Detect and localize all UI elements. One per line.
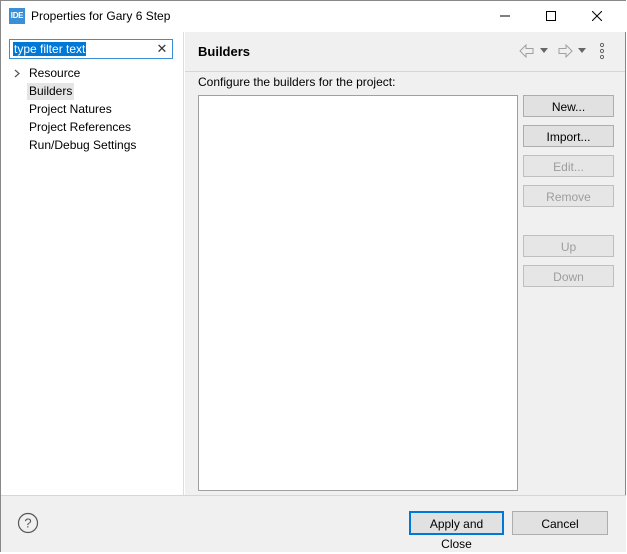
minimize-button[interactable]	[482, 1, 528, 31]
chevron-right-icon[interactable]	[14, 69, 20, 78]
builders-list[interactable]	[198, 95, 518, 491]
minimize-icon	[500, 15, 510, 17]
close-icon	[592, 11, 602, 21]
move-down-button[interactable]: Down	[523, 265, 614, 287]
tree-item-builders[interactable]: Builders	[27, 83, 75, 100]
clear-filter-icon[interactable]: ✕	[155, 41, 169, 57]
properties-dialog: IDE Properties for Gary 6 Step type filt…	[0, 0, 626, 552]
tree-item-project-references[interactable]: Project References	[27, 119, 133, 136]
edit-builder-button[interactable]: Edit...	[523, 155, 614, 177]
title-separator	[185, 71, 625, 72]
remove-builder-button[interactable]: Remove	[523, 185, 614, 207]
apply-and-close-button[interactable]: Apply and Close	[409, 511, 504, 551]
window-title: Properties for Gary 6 Step	[31, 9, 171, 23]
view-menu-icon[interactable]	[599, 42, 605, 60]
maximize-button[interactable]	[528, 1, 574, 31]
back-arrow-icon[interactable]	[519, 44, 535, 58]
page-title: Builders	[198, 44, 251, 59]
close-button[interactable]	[574, 1, 620, 31]
builders-page: Builders Configure the builders for the …	[185, 32, 625, 495]
maximize-icon	[546, 11, 556, 21]
help-icon[interactable]: ?	[17, 512, 39, 534]
page-nav-controls	[519, 42, 611, 60]
new-builder-button[interactable]: New...	[523, 95, 614, 117]
tree-item-run-debug-settings[interactable]: Run/Debug Settings	[27, 137, 138, 154]
ide-app-icon: IDE	[9, 8, 25, 24]
tree-item-resource[interactable]: Resource	[27, 65, 82, 82]
property-page-nav: type filter text ✕ Resource Builders Pro…	[1, 32, 184, 495]
filter-input[interactable]: type filter text ✕	[9, 39, 173, 59]
back-dropdown-icon[interactable]	[540, 48, 548, 54]
title-bar[interactable]: IDE Properties for Gary 6 Step	[1, 1, 626, 32]
builders-description: Configure the builders for the project:	[198, 75, 396, 89]
forward-arrow-icon[interactable]	[557, 44, 573, 58]
forward-dropdown-icon[interactable]	[578, 48, 586, 54]
dialog-footer: ? Apply and Close Cancel	[1, 496, 626, 552]
import-builder-button[interactable]: Import...	[523, 125, 614, 147]
filter-input-text[interactable]: type filter text	[13, 42, 87, 56]
tree-item-project-natures[interactable]: Project Natures	[27, 101, 114, 118]
svg-text:?: ?	[24, 516, 31, 531]
cancel-button[interactable]: Cancel	[512, 511, 608, 535]
move-up-button[interactable]: Up	[523, 235, 614, 257]
